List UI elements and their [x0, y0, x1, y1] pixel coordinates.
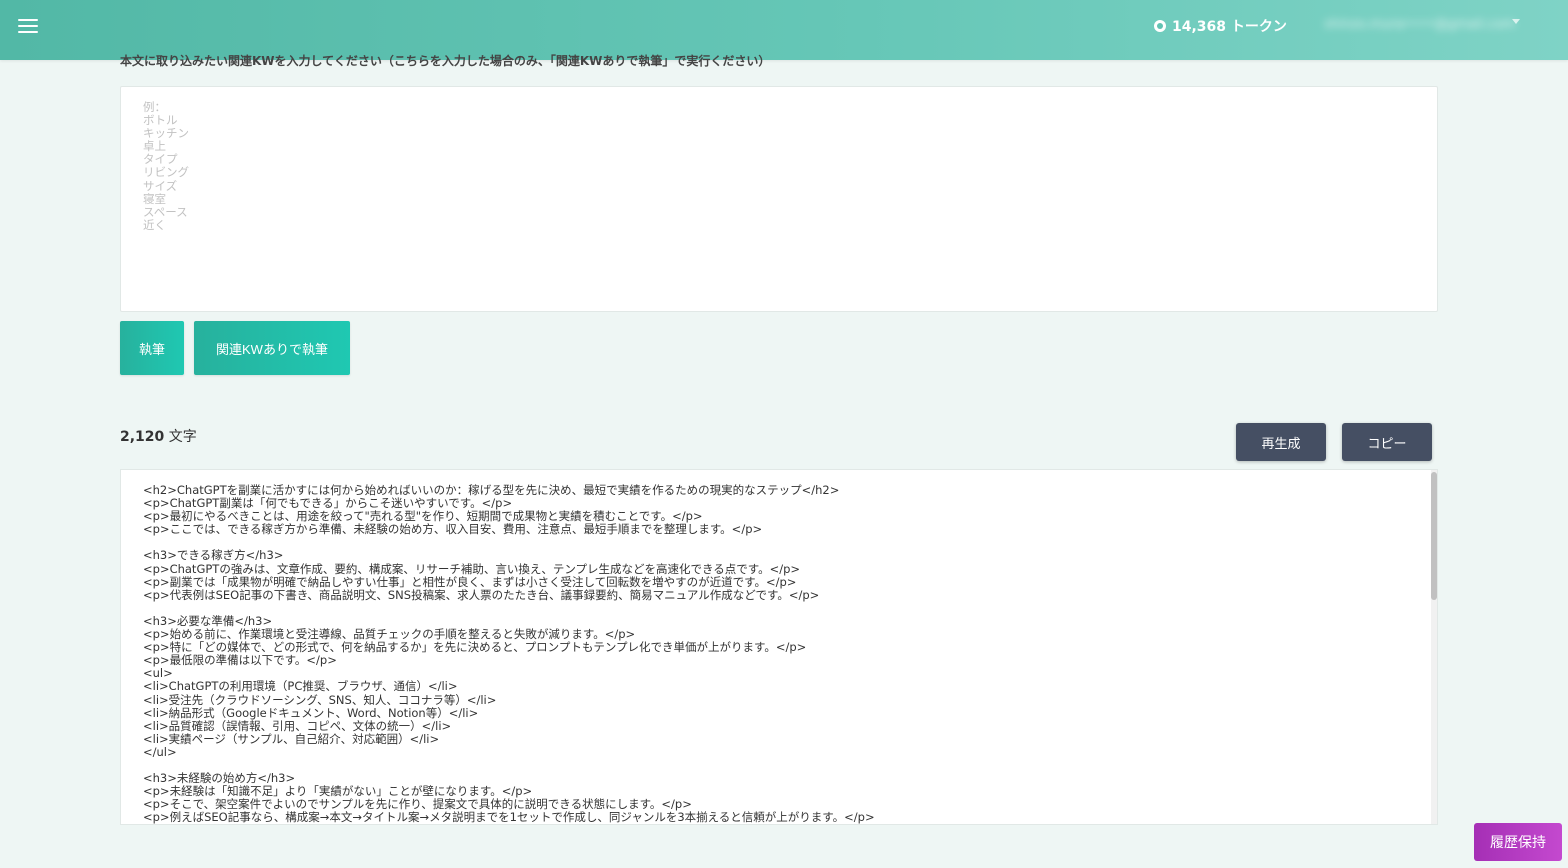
token-icon — [1154, 20, 1166, 32]
character-count-unit: 文字 — [168, 429, 197, 445]
token-balance-text: 14,368 トークン — [1172, 19, 1287, 35]
generated-output[interactable]: <h2>ChatGPTを副業に活かすには何から始めればいいのか：稼げる型を先に決… — [120, 469, 1438, 825]
top-header: 14,368 トークン shinzo.mura••••@gmail.com — [0, 0, 1568, 60]
copy-button[interactable]: コピー — [1342, 423, 1432, 461]
related-kw-label: 本文に取り込みたい関連KWを入力してください（こちらを入力した場合のみ、「関連K… — [120, 54, 771, 68]
chevron-down-icon[interactable] — [1512, 19, 1520, 24]
output-scrollbar[interactable] — [1431, 470, 1437, 824]
generated-text: <h2>ChatGPTを副業に活かすには何から始めればいいのか：稼げる型を先に決… — [143, 483, 875, 825]
character-count: 2,120 文字 — [120, 426, 197, 446]
write-button[interactable]: 執筆 — [120, 321, 184, 375]
hamburger-menu-icon[interactable] — [18, 16, 40, 38]
output-scrollbar-thumb[interactable] — [1431, 472, 1437, 600]
related-kw-box — [120, 86, 1438, 312]
account-email: shinzo.mura••••@gmail.com — [1324, 16, 1516, 32]
history-keep-button[interactable]: 履歴保持 — [1474, 823, 1562, 861]
regenerate-button[interactable]: 再生成 — [1236, 423, 1326, 461]
write-with-kw-button[interactable]: 関連KWありで執筆 — [194, 321, 350, 375]
related-kw-input[interactable] — [121, 87, 1437, 311]
account-menu[interactable]: shinzo.mura••••@gmail.com — [1324, 14, 1516, 34]
token-balance: 14,368 トークン — [1154, 15, 1287, 37]
character-count-number: 2,120 — [120, 429, 165, 445]
